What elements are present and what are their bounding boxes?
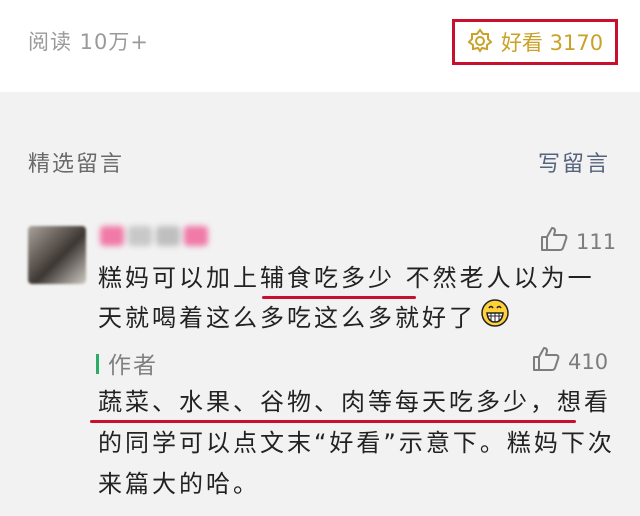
author-label: 作者 bbox=[108, 353, 158, 379]
author-reply-marker bbox=[96, 354, 99, 374]
wow-like-label: 好看 3170 bbox=[500, 31, 604, 55]
highlight-underline bbox=[90, 420, 576, 423]
reply-like-button[interactable]: 410 bbox=[532, 346, 608, 377]
wow-flower-icon bbox=[467, 27, 493, 57]
reply-like-count: 410 bbox=[568, 349, 609, 374]
highlight-underline bbox=[262, 296, 416, 299]
article-stats-bar: 阅读 10万+ 好看 3170 bbox=[0, 0, 640, 92]
commenter-nickname-blurred bbox=[100, 226, 222, 248]
thumbs-up-icon bbox=[532, 346, 560, 377]
grinning-face-icon bbox=[480, 298, 510, 340]
comment-like-button[interactable]: 111 bbox=[540, 226, 616, 257]
author-reply-text: 蔬菜、水果、谷物、肉等每天吃多少，想看的同学可以点文末“好看”示意下。糕妈下次来… bbox=[98, 388, 615, 498]
featured-comments-title: 精选留言 bbox=[28, 152, 125, 177]
wow-like-button[interactable]: 好看 3170 bbox=[452, 19, 618, 65]
read-count: 阅读 10万+ bbox=[28, 30, 149, 54]
thumbs-up-icon bbox=[540, 226, 568, 257]
commenter-avatar[interactable] bbox=[28, 226, 86, 284]
write-comment-button[interactable]: 写留言 bbox=[538, 146, 610, 178]
comment-like-count: 111 bbox=[576, 229, 617, 254]
comment-text: 糕妈可以加上辅食吃多少 不然老人以为一天就喝着这么多吃这么多就好了 bbox=[98, 258, 598, 340]
